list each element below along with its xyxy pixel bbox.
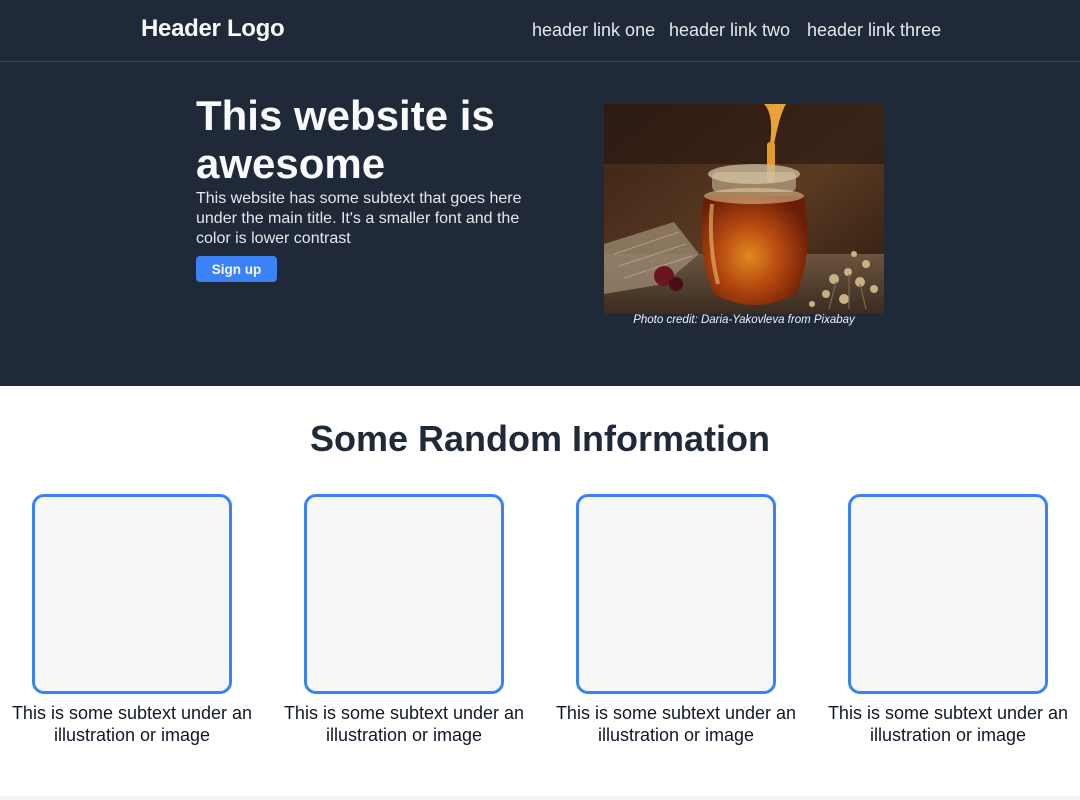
site-header: Header Logo header link one header link … [0, 0, 1080, 62]
photo-credit: Photo credit: Daria-Yakovleva from Pixab… [633, 314, 855, 326]
footer-edge [0, 796, 1080, 800]
illustration-placeholder [32, 494, 232, 694]
card-subtext: This is some subtext under an illustrati… [827, 703, 1069, 745]
signup-button[interactable]: Sign up [196, 256, 277, 282]
card-subtext: This is some subtext under an illustrati… [11, 703, 253, 745]
hero-title: This website is awesome [196, 92, 495, 187]
section-title: Some Random Information [309, 418, 771, 459]
hero-image [604, 104, 884, 314]
hero-subtitle: This website has some subtext that goes … [196, 190, 522, 247]
header-logo[interactable]: Header Logo [141, 15, 285, 43]
illustration-placeholder [848, 494, 1048, 694]
nav-link-three[interactable]: header link three [807, 20, 941, 41]
hero-section: This website is awesome This website has… [0, 62, 1080, 386]
illustration-placeholder [576, 494, 776, 694]
illustration-placeholder [304, 494, 504, 694]
card-subtext: This is some subtext under an illustrati… [555, 703, 797, 745]
nav-link-one[interactable]: header link one [532, 20, 655, 41]
nav-link-two[interactable]: header link two [669, 20, 790, 41]
card-subtext: This is some subtext under an illustrati… [283, 703, 525, 745]
